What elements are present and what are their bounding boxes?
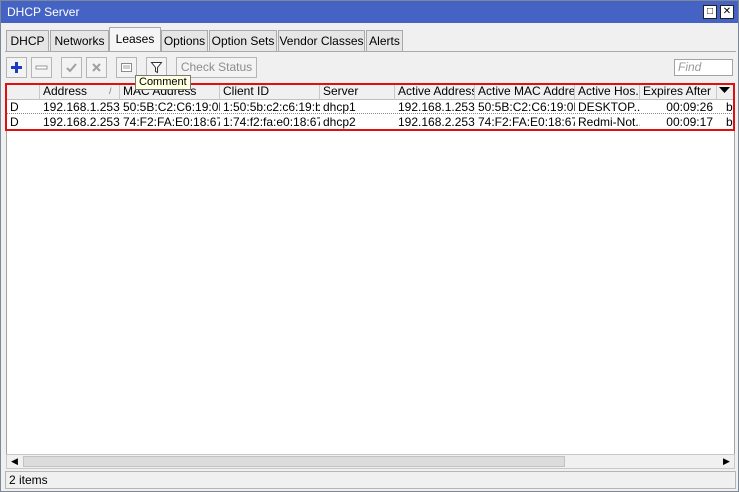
row-server: dhcp1 — [323, 100, 356, 114]
add-button[interactable] — [6, 57, 27, 78]
tab-option-sets[interactable]: Option Sets — [209, 30, 277, 52]
table-header: Address / MAC Address Client ID Server A… — [7, 84, 734, 100]
comment-button[interactable] — [116, 57, 137, 78]
row-flag: D — [10, 100, 19, 114]
column-menu-button[interactable] — [717, 84, 734, 100]
enable-button[interactable] — [61, 57, 82, 78]
title-bar[interactable]: DHCP Server □ ✕ — [1, 1, 738, 23]
row-flag: D — [10, 115, 19, 129]
column-header-active-host[interactable]: Active Hos... — [575, 84, 640, 100]
scrollbar-thumb[interactable] — [23, 456, 565, 467]
row-mac: 50:5B:C2:C6:19:0B — [123, 100, 220, 114]
scroll-left-arrow[interactable]: ◀ — [8, 455, 21, 468]
row-client-id: 1:50:5b:c2:c6:19:b — [223, 100, 320, 114]
maximize-button[interactable]: □ — [703, 5, 717, 19]
sort-indicator-icon: / — [109, 86, 112, 96]
items-count: 2 items — [9, 473, 48, 487]
window-title: DHCP Server — [7, 5, 80, 19]
tab-divider — [5, 51, 736, 52]
plus-icon — [11, 62, 22, 73]
column-header-flag[interactable] — [7, 84, 40, 100]
remove-button[interactable] — [31, 57, 52, 78]
tab-dhcp[interactable]: DHCP — [6, 30, 49, 52]
tab-leases[interactable]: Leases — [109, 27, 161, 52]
column-header-client-id[interactable]: Client ID — [220, 84, 320, 100]
column-header-active-address[interactable]: Active Address — [395, 84, 475, 100]
minus-icon — [35, 65, 48, 70]
comment-tooltip: Comment — [135, 75, 191, 90]
column-header-server[interactable]: Server — [320, 84, 395, 100]
row-active-mac: 50:5B:C2:C6:19:0B — [478, 100, 575, 114]
table-row[interactable]: D 192.168.1.253 50:5B:C2:C6:19:0B 1:50:5… — [7, 100, 734, 114]
row-mac: 74:F2:FA:E0:18:67 — [123, 115, 220, 129]
scroll-right-arrow[interactable]: ▶ — [720, 455, 733, 468]
tab-options[interactable]: Options — [161, 30, 208, 52]
row-active-host: DESKTOP... — [578, 100, 640, 114]
row-overflow: b — [726, 115, 733, 129]
row-overflow: b — [726, 100, 733, 114]
column-header-expires-after[interactable]: Expires After — [640, 84, 717, 100]
status-bar: 2 items — [5, 471, 736, 489]
x-icon — [92, 63, 101, 72]
row-active-address: 192.168.2.253 — [398, 115, 475, 129]
row-address: 192.168.1.253 — [43, 100, 120, 114]
tab-alerts[interactable]: Alerts — [366, 30, 403, 52]
row-address: 192.168.2.253 — [43, 115, 120, 129]
tab-vendor-classes[interactable]: Vendor Classes — [278, 30, 365, 52]
close-button[interactable]: ✕ — [720, 5, 734, 19]
column-header-address[interactable]: Address / — [40, 84, 120, 100]
row-active-address: 192.168.1.253 — [398, 100, 475, 114]
horizontal-scrollbar[interactable]: ◀ ▶ — [6, 454, 735, 469]
check-icon — [66, 63, 77, 73]
column-header-active-mac[interactable]: Active MAC Addre... — [475, 84, 575, 100]
row-expires: 00:09:26 — [666, 100, 713, 114]
row-expires: 00:09:17 — [666, 115, 713, 129]
row-active-mac: 74:F2:FA:E0:18:67 — [478, 115, 575, 129]
chevron-down-icon — [719, 87, 730, 93]
find-input[interactable]: Find — [674, 59, 733, 76]
row-server: dhcp2 — [323, 115, 356, 129]
filter-icon — [150, 62, 163, 74]
leases-table: Address / MAC Address Client ID Server A… — [6, 83, 735, 455]
column-header-label: Address — [43, 84, 88, 98]
tab-networks[interactable]: Networks — [50, 30, 109, 52]
row-active-host: Redmi-Not... — [578, 115, 640, 129]
table-row[interactable]: D 192.168.2.253 74:F2:FA:E0:18:67 1:74:f… — [7, 115, 734, 129]
comment-icon — [121, 63, 132, 72]
disable-button[interactable] — [86, 57, 107, 78]
row-client-id: 1:74:f2:fa:e0:18:67 — [223, 115, 320, 129]
dhcp-server-window: DHCP Server □ ✕ DHCP Networks Leases Opt… — [0, 0, 739, 492]
